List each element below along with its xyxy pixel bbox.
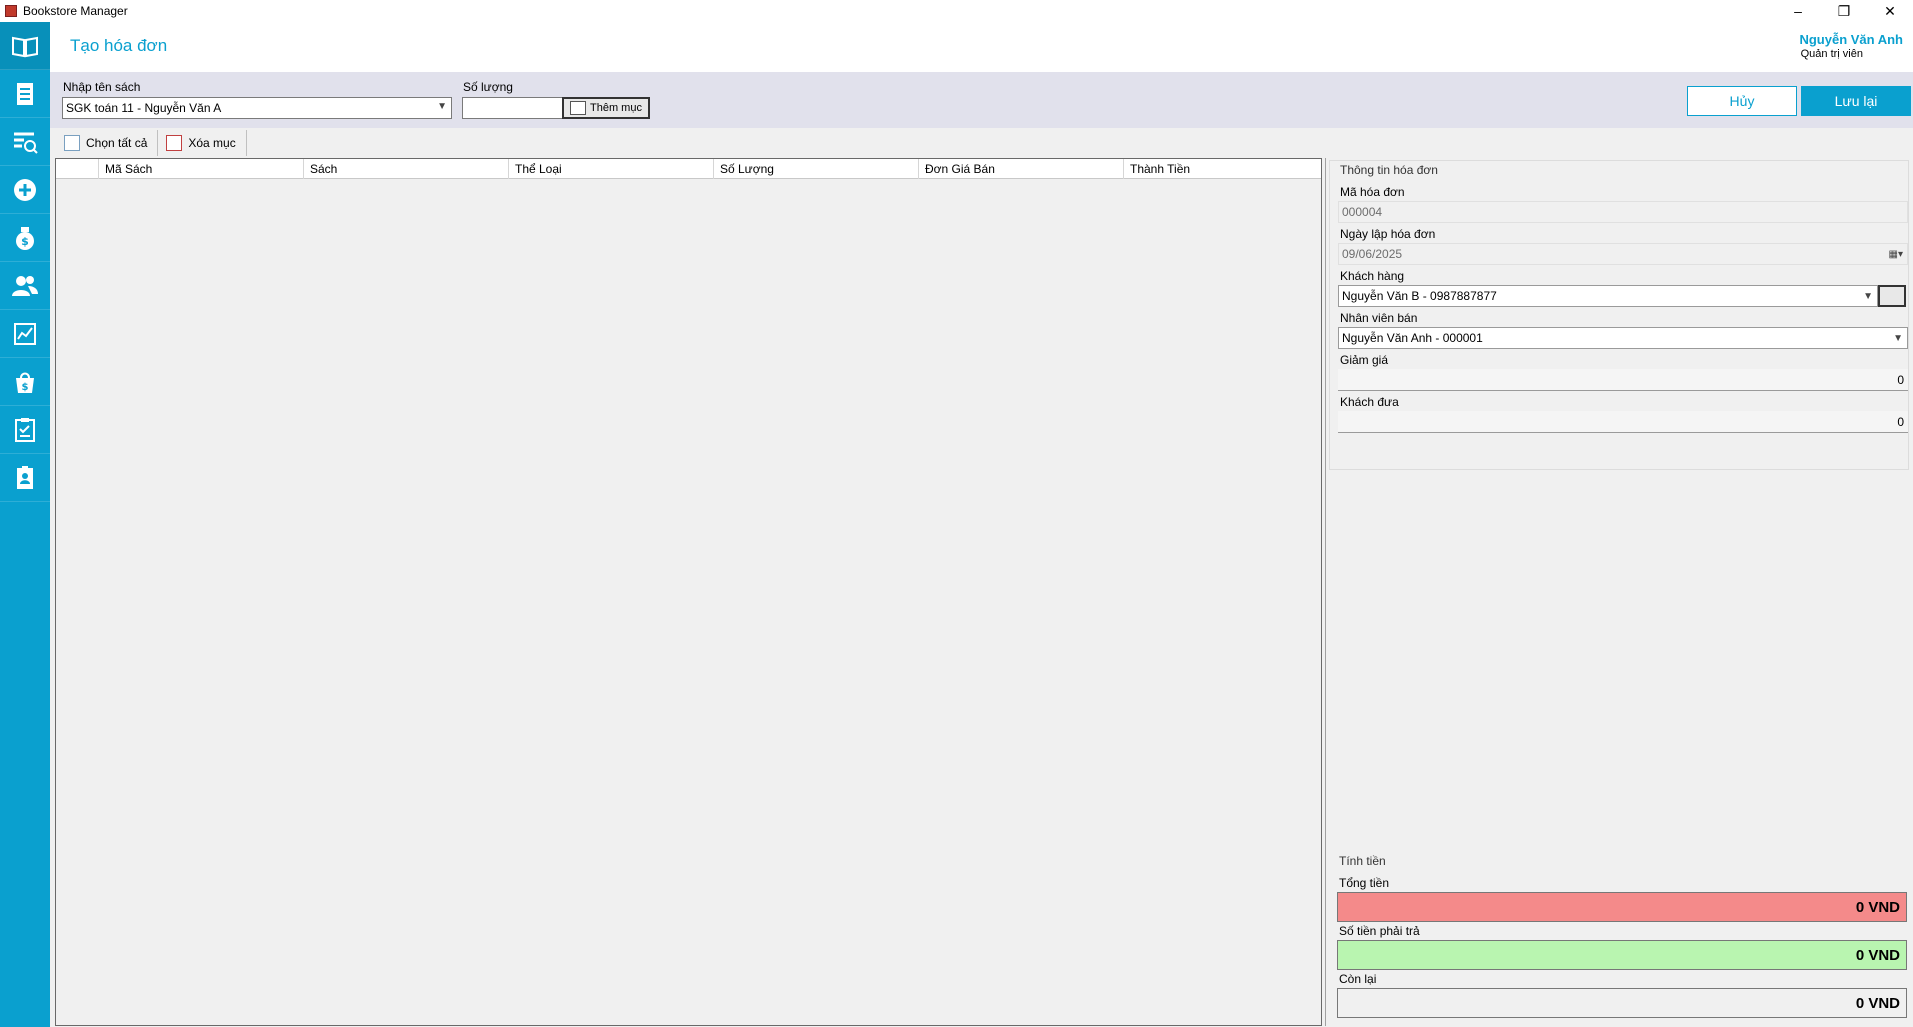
delete-item-label: Xóa mục <box>188 136 236 150</box>
discount-input[interactable]: 0 <box>1338 369 1908 391</box>
discount-value: 0 <box>1897 372 1904 387</box>
title-bar: Bookstore Manager – ❐ ✕ <box>0 0 1913 22</box>
window-title: Bookstore Manager <box>23 4 128 18</box>
customer-value: Nguyễn Văn B - 0987887877 <box>1342 289 1497 303</box>
money-bag-icon: $ <box>16 226 34 250</box>
customer-lookup-button[interactable] <box>1878 285 1906 307</box>
open-book-icon <box>12 36 38 57</box>
staff-select[interactable]: Nguyễn Văn Anh - 000001 ▼ <box>1338 327 1908 349</box>
total-display: 0 VND <box>1337 892 1907 922</box>
row-header-cell <box>56 159 98 179</box>
save-button[interactable]: Lưu lại <box>1801 86 1911 116</box>
chevron-down-icon: ▼ <box>1893 332 1903 344</box>
add-item-button[interactable]: Thêm mục <box>562 97 650 119</box>
page-title: Tạo hóa đơn <box>70 36 168 55</box>
quantity-label: Số lượng <box>463 80 513 94</box>
select-all-button[interactable]: Chọn tất cả <box>56 130 159 156</box>
customer-select[interactable]: Nguyễn Văn B - 0987887877 ▼ <box>1338 285 1878 307</box>
add-item-label: Thêm mục <box>590 102 642 114</box>
sidebar-item-search[interactable] <box>0 118 50 166</box>
total-value: 0 VND <box>1855 898 1900 916</box>
svg-text:$: $ <box>21 235 29 248</box>
column-header[interactable]: Thành Tiền <box>1123 159 1321 179</box>
invoice-panel: Thông tin hóa đơn Mã hóa đơn 000004 Ngày… <box>1325 158 1911 1026</box>
chart-icon <box>14 322 36 345</box>
sidebar-item-books[interactable] <box>0 22 50 70</box>
receipt-icon <box>17 82 33 105</box>
user-name[interactable]: Nguyễn Văn Anh <box>1799 32 1903 47</box>
delete-item-button[interactable]: Xóa mục <box>158 130 247 156</box>
remaining-display: 0 VND <box>1337 988 1907 1018</box>
book-label: Nhập tên sách <box>63 80 141 94</box>
invoice-id-field: 000004 <box>1338 201 1908 223</box>
page-header: Tạo hóa đơn Nguyễn Văn Anh Quản trị viên <box>50 22 1913 72</box>
sidebar-item-money[interactable]: $ <box>0 214 50 262</box>
invoice-info-group: Thông tin hóa đơn Mã hóa đơn 000004 Ngày… <box>1329 160 1909 470</box>
invoice-date-value: 09/06/2025 <box>1342 247 1403 261</box>
invoice-info-title: Thông tin hóa đơn <box>1338 163 1440 177</box>
payable-value: 0 VND <box>1855 946 1900 964</box>
calendar-icon: ▦▾ <box>1888 248 1903 260</box>
remaining-value: 0 VND <box>1855 994 1900 1012</box>
customer-label: Khách hàng <box>1340 269 1405 283</box>
column-header[interactable]: Số Lượng <box>713 159 918 179</box>
discount-label: Giảm giá <box>1340 353 1389 367</box>
sidebar-item-customers[interactable] <box>0 262 50 310</box>
staff-value: Nguyễn Văn Anh - 000001 <box>1342 331 1483 345</box>
column-header[interactable]: Sách <box>303 159 508 179</box>
sidebar-item-reports[interactable] <box>0 310 50 358</box>
remaining-label: Còn lại <box>1339 972 1377 986</box>
paid-input[interactable]: 0 <box>1338 411 1908 433</box>
chevron-down-icon: ▼ <box>437 101 447 112</box>
invoice-date-label: Ngày lập hóa đơn <box>1340 227 1436 241</box>
sidebar-item-sales[interactable]: $ <box>0 358 50 406</box>
grid-header: Mã Sách Sách Thể Loại Số Lượng Đơn Giá B… <box>56 159 1321 179</box>
app-icon <box>5 5 17 17</box>
column-header[interactable]: Đơn Giá Bán <box>918 159 1123 179</box>
invoice-date-picker: 09/06/2025 ▦▾ <box>1338 243 1908 265</box>
payable-display: 0 VND <box>1337 940 1907 970</box>
user-role: Quản trị viên <box>1800 48 1863 60</box>
column-header[interactable]: Mã Sách <box>98 159 303 179</box>
restore-button[interactable]: ❐ <box>1821 0 1867 22</box>
sidebar-item-checklist[interactable] <box>0 406 50 454</box>
sidebar-item-add[interactable] <box>0 166 50 214</box>
paid-value: 0 <box>1897 414 1904 429</box>
book-select-value: SGK toán 11 - Nguyễn Văn A <box>66 101 222 115</box>
chevron-down-icon: ▼ <box>1863 290 1873 302</box>
cancel-button[interactable]: Hủy <box>1687 86 1797 116</box>
sidebar: $ $ <box>0 22 50 1027</box>
search-list-icon <box>14 132 38 154</box>
staff-label: Nhân viên bán <box>1340 311 1418 325</box>
grid-actions: Chọn tất cả Xóa mục <box>56 130 247 156</box>
select-all-label: Chọn tất cả <box>86 136 148 150</box>
clipboard-check-icon <box>15 417 35 442</box>
column-header[interactable]: Thể Loại <box>508 159 713 179</box>
id-badge-icon <box>17 465 33 489</box>
minimize-button[interactable]: – <box>1775 0 1821 22</box>
book-select[interactable]: SGK toán 11 - Nguyễn Văn A ▼ <box>62 97 452 119</box>
payment-summary-group: Tính tiền Tổng tiền 0 VND Số tiền phải t… <box>1329 854 1909 1024</box>
users-icon <box>12 275 38 296</box>
invoice-id-label: Mã hóa đơn <box>1340 185 1405 199</box>
sidebar-item-invoices[interactable] <box>0 70 50 118</box>
sidebar-item-staff[interactable] <box>0 454 50 502</box>
plus-circle-icon <box>14 178 36 201</box>
svg-text:$: $ <box>22 382 29 393</box>
summary-title: Tính tiền <box>1337 854 1388 868</box>
window-add-icon <box>570 101 586 115</box>
delete-icon <box>166 135 183 151</box>
invoice-items-grid[interactable]: Mã Sách Sách Thể Loại Số Lượng Đơn Giá B… <box>55 158 1322 1026</box>
paid-label: Khách đưa <box>1340 395 1399 409</box>
shopping-bag-icon: $ <box>16 372 34 393</box>
entry-toolbar: Nhập tên sách SGK toán 11 - Nguyễn Văn A… <box>50 72 1913 128</box>
invoice-id-value: 000004 <box>1342 205 1383 219</box>
list-icon <box>64 135 80 151</box>
payable-label: Số tiền phải trả <box>1339 924 1420 938</box>
close-button[interactable]: ✕ <box>1867 0 1913 22</box>
total-label: Tổng tiền <box>1339 876 1390 890</box>
